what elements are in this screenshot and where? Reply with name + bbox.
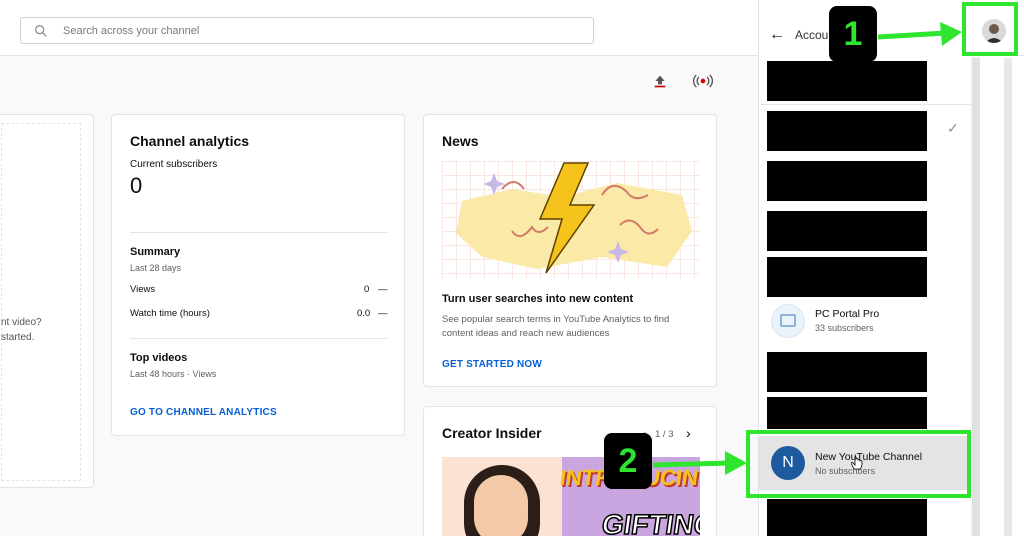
redacted-account [767, 352, 927, 392]
channel-analytics-card: Channel analytics Current subscribers 0 … [111, 114, 405, 436]
divider [130, 338, 388, 339]
step-1-badge: 1 [829, 6, 877, 62]
arrow-1-icon [878, 22, 962, 46]
redacted-account [767, 257, 927, 297]
arrow-2-icon [653, 451, 747, 475]
redacted-account [767, 161, 927, 201]
checkmark-icon: ✓ [947, 120, 959, 136]
avatar [771, 304, 805, 338]
top-videos-title: Top videos [130, 352, 188, 364]
live-icon [693, 74, 713, 88]
upload-button[interactable] [646, 67, 674, 95]
back-arrow-icon[interactable]: ← [769, 26, 785, 44]
upload-prompt-card: nt video? started. [0, 114, 94, 488]
redacted-account [767, 397, 927, 429]
news-headline: Turn user searches into new content [442, 293, 634, 305]
accounts-header: Accou [795, 28, 829, 42]
redacted-account [767, 499, 927, 536]
news-body: See popular search terms in YouTube Anal… [442, 314, 670, 339]
current-subscribers-label: Current subscribers [130, 159, 218, 170]
next-arrow-icon[interactable]: › [686, 425, 691, 441]
redacted-account [767, 111, 927, 151]
carousel-pager: 1 / 3 [655, 429, 674, 440]
redacted-account [767, 61, 927, 101]
current-subscribers-value: 0 [130, 173, 143, 198]
account-name: PC Portal Pro [815, 308, 880, 320]
summary-title: Summary [130, 246, 181, 258]
upload-prompt-text-1: nt video? [1, 317, 42, 328]
upload-drop-area [1, 123, 81, 481]
account-item-pc-portal-pro[interactable]: PC Portal Pro 33 subscribers [759, 300, 971, 344]
search-icon [35, 24, 47, 37]
summary-period: Last 28 days [130, 263, 182, 273]
views-trend: — [378, 284, 388, 295]
views-value: 0 [364, 284, 370, 295]
get-started-now-link[interactable]: GET STARTED NOW [442, 359, 542, 370]
page-scrollbar[interactable] [1004, 58, 1012, 536]
highlight-box-2 [746, 430, 971, 498]
news-card: News Turn user searches into new content… [423, 114, 717, 387]
thumbnail-person [442, 457, 562, 536]
watch-time-trend: — [378, 308, 388, 319]
watch-time-value: 0.0 [357, 308, 371, 319]
creator-insider-title: Creator Insider [442, 425, 542, 441]
panel-scrollbar[interactable] [972, 58, 980, 536]
top-videos-period: Last 48 hours · Views [130, 369, 217, 379]
watch-time-label: Watch time (hours) [130, 308, 210, 319]
page-edge [980, 56, 1024, 536]
step-2-badge: 2 [604, 433, 652, 489]
search-box[interactable] [20, 17, 594, 44]
redacted-account [767, 211, 927, 251]
search-input[interactable] [63, 24, 543, 37]
highlight-box-1 [962, 2, 1018, 56]
upload-prompt-text-2: started. [1, 332, 35, 343]
go-live-button[interactable] [689, 67, 717, 95]
news-title: News [442, 133, 479, 149]
divider [130, 232, 388, 233]
channel-analytics-title: Channel analytics [130, 133, 250, 149]
views-label: Views [130, 284, 156, 295]
thumbnail-text-2: GIFTING [599, 508, 700, 536]
account-subscribers: 33 subscribers [815, 323, 874, 333]
go-to-channel-analytics-link[interactable]: GO TO CHANNEL ANALYTICS [130, 407, 277, 418]
divider [759, 104, 971, 105]
news-illustration [442, 161, 700, 279]
upload-icon [654, 75, 666, 88]
